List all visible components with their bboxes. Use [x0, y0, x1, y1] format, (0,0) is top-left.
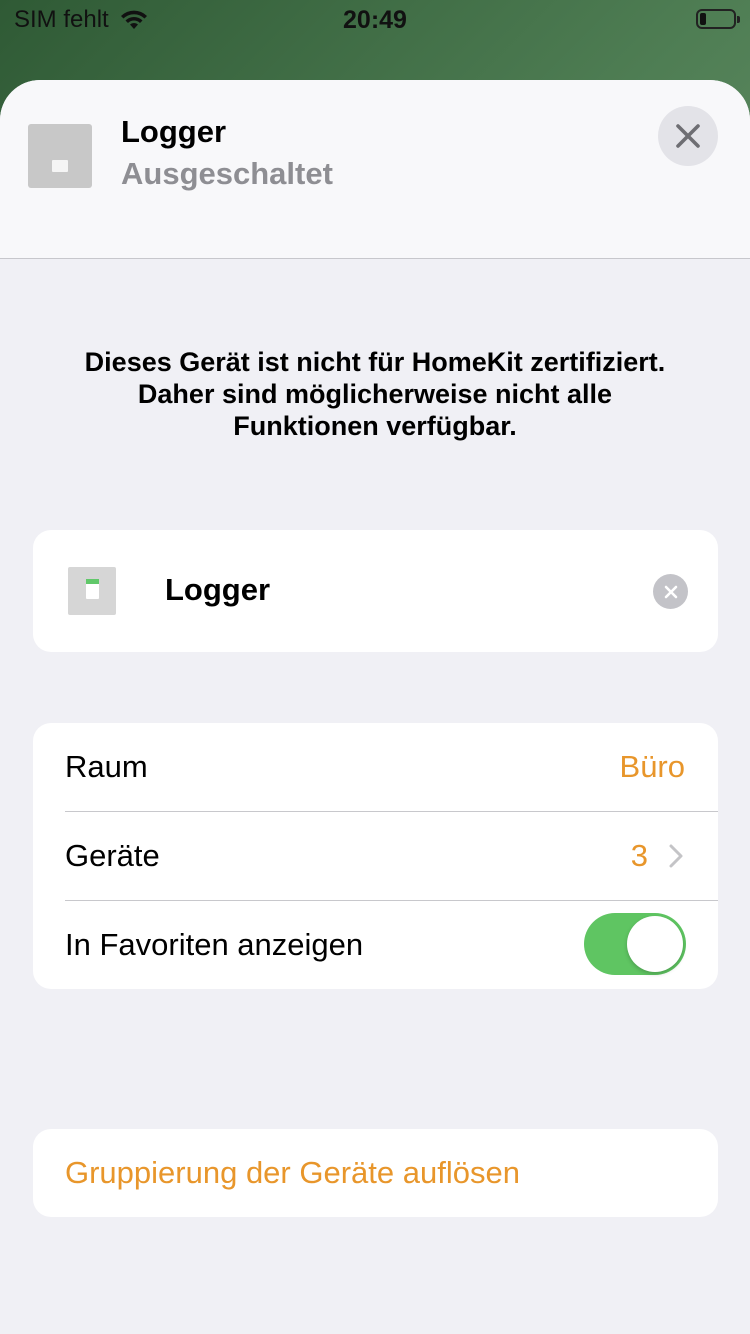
sheet-header: Logger Ausgeschaltet: [0, 80, 750, 259]
room-row[interactable]: Raum Büro: [33, 723, 718, 811]
battery-level: [700, 13, 706, 25]
accessory-sheet: Logger Ausgeschaltet Dieses Gerät ist ni…: [0, 80, 750, 1334]
devices-count: 3: [630, 838, 648, 873]
device-name: Logger: [165, 572, 271, 607]
status-bar: SIM fehlt 20:49: [0, 0, 750, 42]
settings-card: Raum Büro Geräte 3 In Favoriten anzeigen: [33, 723, 718, 989]
remove-device-button[interactable]: [653, 574, 688, 609]
clear-icon: [664, 585, 677, 598]
ungroup-label: Gruppierung der Geräte auflösen: [65, 1155, 520, 1190]
accessory-title: Logger: [121, 114, 227, 149]
toggle-knob: [627, 916, 683, 972]
close-icon: [676, 124, 700, 148]
device-card: Logger: [33, 530, 718, 652]
room-value[interactable]: Büro: [620, 749, 685, 785]
devices-row[interactable]: Geräte 3: [33, 812, 718, 900]
chevron-right-icon: [669, 844, 683, 868]
favorites-label: In Favoriten anzeigen: [65, 927, 364, 962]
switch-icon: [28, 124, 92, 188]
devices-label: Geräte: [65, 838, 160, 873]
switch-icon: [68, 567, 116, 615]
switch-icon-indicator: [86, 579, 99, 599]
ungroup-button[interactable]: Gruppierung der Geräte auflösen: [33, 1129, 718, 1217]
close-button[interactable]: [658, 106, 718, 166]
favorites-row: In Favoriten anzeigen: [33, 901, 718, 989]
accessory-status: Ausgeschaltet: [121, 156, 333, 191]
clock: 20:49: [343, 6, 407, 34]
certification-notice: Dieses Gerät ist nicht für HomeKit zerti…: [84, 347, 666, 441]
room-label: Raum: [65, 749, 148, 784]
battery-icon: [696, 9, 740, 29]
favorites-toggle[interactable]: [584, 913, 686, 975]
switch-icon-indicator: [52, 160, 68, 172]
